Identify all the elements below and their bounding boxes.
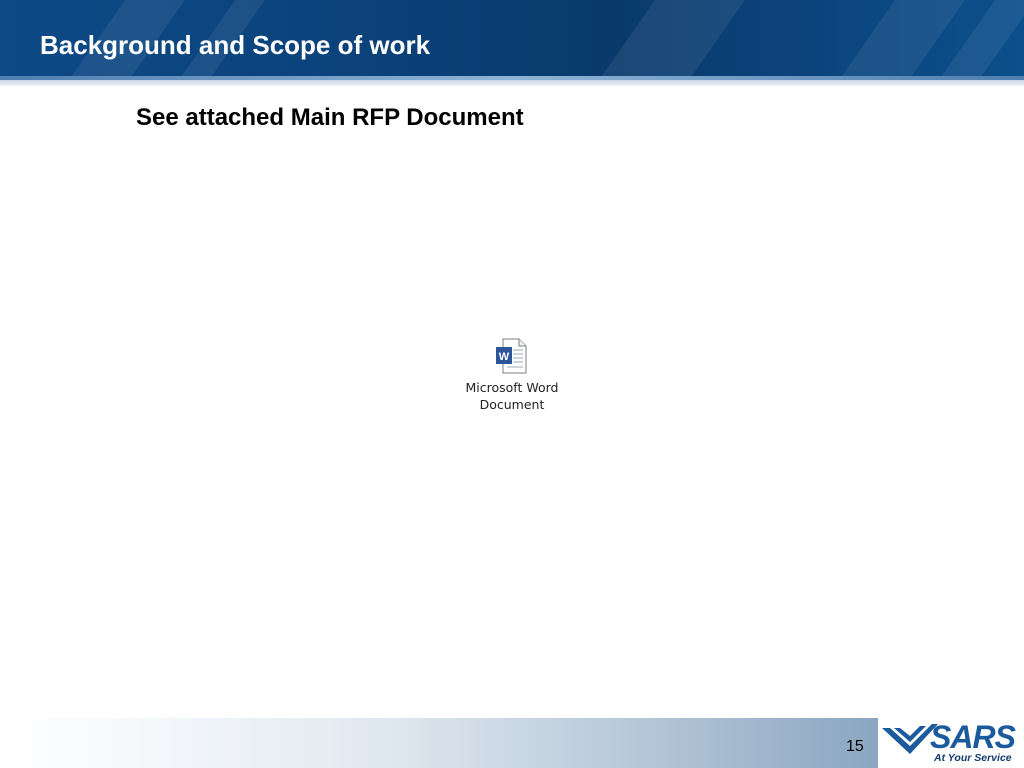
logo-wordmark: SARS bbox=[930, 719, 1016, 755]
slide-title: Background and Scope of work bbox=[40, 30, 431, 60]
logo-tagline: At Your Service bbox=[934, 752, 1012, 764]
embedded-label-line1: Microsoft Word bbox=[465, 380, 559, 395]
svg-text:W: W bbox=[499, 351, 510, 363]
page-number: 15 bbox=[846, 738, 864, 755]
embedded-word-document[interactable]: W Microsoft Word Document bbox=[452, 338, 572, 413]
word-document-icon: W bbox=[496, 338, 527, 374]
sars-logo: SARS At Your Service bbox=[878, 718, 1024, 768]
title-banner: Background and Scope of work bbox=[0, 0, 1024, 80]
title-divider bbox=[0, 80, 1024, 86]
footer-band bbox=[0, 718, 878, 768]
embedded-label-line2: Document bbox=[479, 397, 545, 412]
body-text: See attached Main RFP Document bbox=[136, 104, 524, 131]
slide: Background and Scope of work See attache… bbox=[0, 0, 1024, 768]
